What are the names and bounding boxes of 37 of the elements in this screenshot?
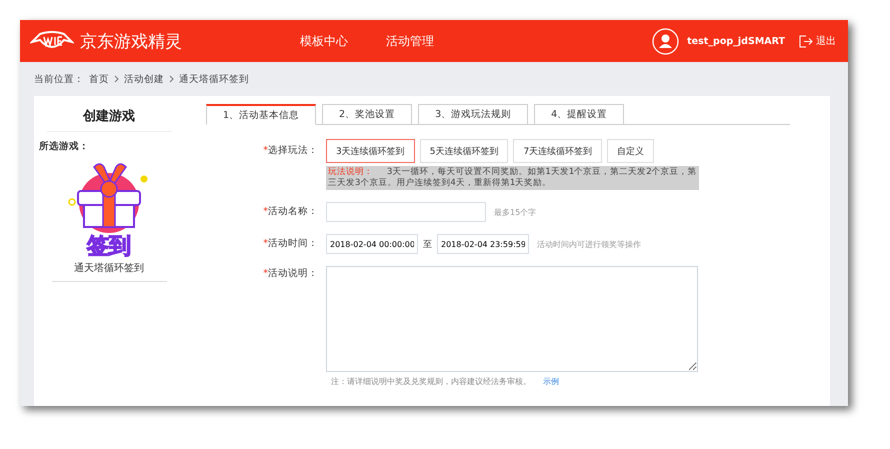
field-label: *活动说明： [262,267,319,281]
range-separator: 至 [423,238,432,250]
tab[interactable]: 4、提醒设置 [534,104,624,125]
nav-link[interactable]: 模板中心 [300,32,348,50]
play-description: 玩法说明： 3天一循环，每天可设置不同奖励。如第1天发1个京豆，第二天发2个京豆，第三天发3个京豆。用户连续签到4天，重新得第1天奖励。 [326,166,699,190]
description-textarea[interactable] [326,266,698,372]
field-hint: 最多15个字 [494,206,536,218]
tab[interactable]: 1、活动基本信息 [206,104,316,125]
logout-icon [799,34,813,48]
field-hint: 活动时间内可进行领奖等操作 [537,238,641,250]
gift-illustration: 签到 [64,157,154,257]
field-label: *活动名称： [262,205,319,219]
tab[interactable]: 2、奖池设置 [322,104,412,125]
field-note: 注：请详细说明中奖及兑奖规则，内容建议经法务审核。 [331,376,531,387]
game-name: 通天塔循环签到 [52,257,166,282]
chevron-icon [169,75,174,83]
breadcrumb-link[interactable]: 首页 [89,72,109,86]
breadcrumb-link[interactable]: 活动创建 [124,72,164,86]
chevron-icon [114,75,119,83]
section-label: 所选游戏： [39,140,89,153]
brand-name: 京东游戏精灵 [80,30,183,52]
nav-link[interactable]: 活动管理 [386,32,434,50]
mode-option[interactable]: 3天连续循环签到 [326,139,415,163]
sidebar-title: 创建游戏 [46,104,172,132]
tab[interactable]: 3、游戏玩法规则 [418,104,528,125]
mode-option[interactable]: 自定义 [607,139,654,163]
field-label: *选择玩法： [262,144,319,158]
breadcrumb-label: 当前位置： [34,72,84,86]
mode-option[interactable]: 5天连续循环签到 [420,139,508,163]
logout-link[interactable]: 退出 [799,34,836,48]
breadcrumb-link[interactable]: 通天塔循环签到 [179,72,249,86]
field-label: *活动时间： [262,237,319,251]
avatar-icon[interactable] [652,28,680,54]
username: test_pop_jdSMART [687,36,785,46]
mode-option[interactable]: 7天连续循环签到 [513,139,602,163]
name-input[interactable] [326,202,486,222]
example-link[interactable]: 示例 [543,376,559,387]
